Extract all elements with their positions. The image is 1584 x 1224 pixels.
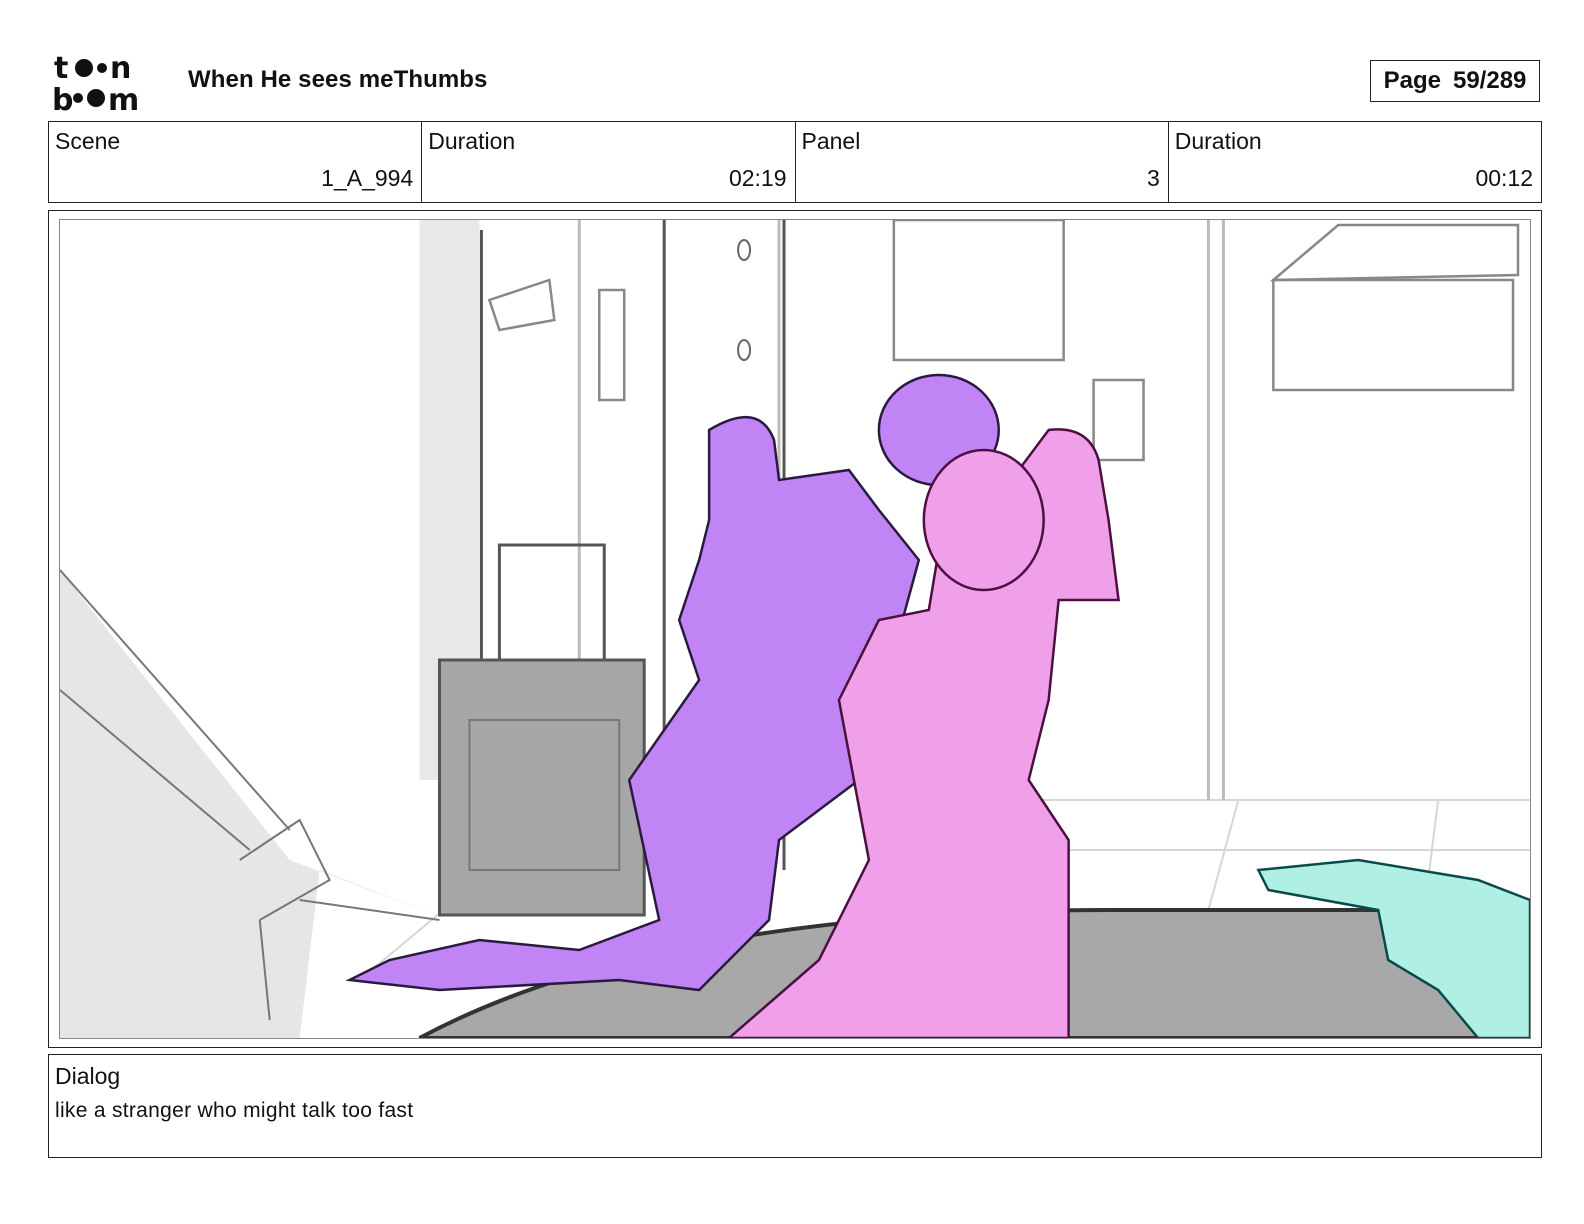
- page-label: Page: [1383, 67, 1441, 94]
- panel-cell: Panel 3: [796, 122, 1169, 202]
- sketch-illustration: [60, 220, 1530, 1038]
- scene-cell: Scene 1_A_994: [49, 122, 423, 202]
- storyboard-sketch: [59, 219, 1531, 1039]
- page-indicator: Page 59/289: [1370, 60, 1540, 102]
- panel-value: 3: [1146, 165, 1160, 191]
- panel-info-row: Scene 1_A_994 Duration 02:19 Panel 3 Dur…: [48, 121, 1542, 203]
- panel-duration-cell: Duration 00:12: [1169, 122, 1541, 202]
- scene-duration-value: 02:19: [728, 165, 787, 191]
- toonboom-logo: t n b m: [52, 51, 139, 112]
- dialog-text: like a stranger who might talk too fast: [55, 1099, 414, 1122]
- panel-duration-value: 00:12: [1475, 165, 1533, 191]
- page-number: 59/289: [1452, 67, 1527, 94]
- svg-text:b: b: [52, 83, 73, 112]
- dialog-box: Dialog like a stranger who might talk to…: [48, 1054, 1542, 1158]
- storyboard-panel-frame: [48, 210, 1542, 1048]
- svg-text:n: n: [110, 51, 131, 86]
- document-title: When He sees meThumbs: [188, 66, 488, 93]
- svg-text:m: m: [108, 83, 139, 112]
- scene-duration-cell: Duration 02:19: [422, 122, 796, 202]
- svg-text:t: t: [54, 51, 68, 86]
- scene-value: 1_A_994: [321, 165, 414, 191]
- scene-duration-label: Duration: [428, 128, 516, 154]
- panel-duration-label: Duration: [1174, 128, 1262, 154]
- scene-label: Scene: [55, 128, 121, 154]
- panel-label: Panel: [801, 128, 861, 154]
- dialog-label: Dialog: [55, 1063, 121, 1089]
